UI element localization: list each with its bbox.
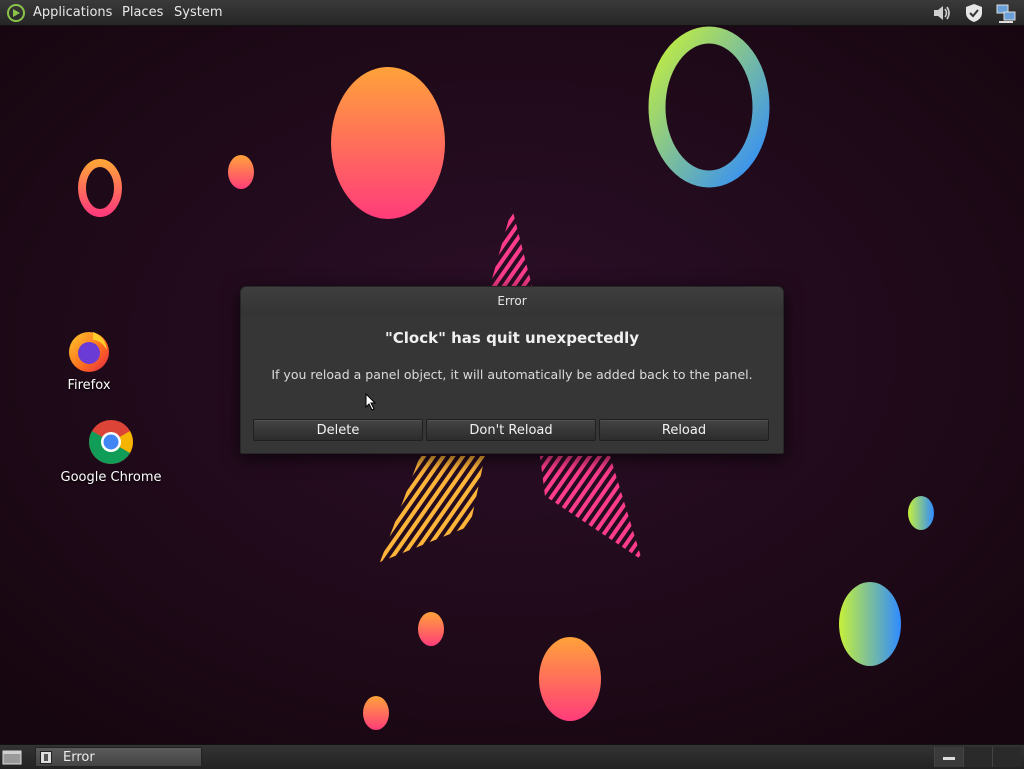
menu-applications[interactable]: Applications: [33, 0, 112, 25]
dialog-heading: "Clock" has quit unexpectedly: [384, 329, 640, 347]
taskbar-item-error[interactable]: Error: [35, 747, 202, 767]
chrome-icon: [89, 420, 133, 464]
mouse-cursor-icon: [365, 393, 377, 411]
network-icon[interactable]: [995, 2, 1017, 24]
dialog-titlebar[interactable]: Error: [241, 287, 783, 315]
window-icon: [40, 751, 52, 764]
menu-places[interactable]: Places: [122, 0, 163, 25]
desktop-icon-firefox[interactable]: Firefox: [54, 326, 124, 393]
menu-system[interactable]: System: [174, 0, 222, 25]
shield-icon[interactable]: [963, 2, 985, 24]
desktop-icon-chrome[interactable]: Google Chrome: [56, 418, 166, 485]
reload-button[interactable]: Reload: [599, 419, 769, 441]
desktop-icon-label: Google Chrome: [60, 470, 162, 485]
dialog-title: Error: [497, 294, 527, 308]
top-panel: Applications Places System: [0, 0, 1024, 26]
volume-icon[interactable]: [931, 2, 953, 24]
dialog-message: If you reload a panel object, it will au…: [271, 367, 753, 382]
workspace-1[interactable]: [934, 747, 963, 767]
firefox-icon: [69, 332, 109, 372]
workspace-2[interactable]: [963, 747, 992, 767]
show-desktop-icon[interactable]: [2, 748, 22, 766]
taskbar-item-label: Error: [63, 750, 95, 765]
desktop-icon-label: Firefox: [67, 378, 111, 393]
applications-menu-icon[interactable]: [6, 3, 26, 23]
error-dialog: Error "Clock" has quit unexpectedly If y…: [240, 286, 784, 454]
workspace-window-indicator: [943, 757, 955, 760]
dont-reload-button[interactable]: Don't Reload: [426, 419, 596, 441]
bottom-panel: Error: [0, 744, 1024, 769]
delete-button[interactable]: Delete: [253, 419, 423, 441]
workspace-3[interactable]: [992, 747, 1021, 767]
